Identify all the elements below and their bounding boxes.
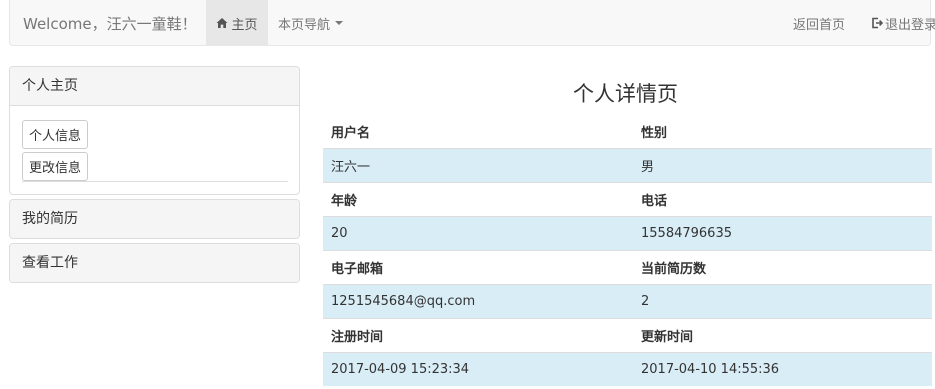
update-time-value: 2017-04-10 14:55:36 [633, 352, 932, 386]
table-row: 注册时间 更新时间 [323, 318, 932, 353]
top-navbar: Welcome，汪六一童鞋！ 主页 本页导航 返回首页 退出登录 [9, 0, 935, 46]
welcome-brand[interactable]: Welcome，汪六一童鞋！ [23, 13, 197, 34]
view-jobs-panel: 查看工作 [9, 243, 300, 283]
table-row: 用户名 性别 [323, 115, 932, 149]
personal-home-body: 个人信息 更改信息 [10, 106, 299, 196]
register-time-value: 2017-04-09 15:23:34 [323, 352, 633, 386]
back-home-link[interactable]: 返回首页 [793, 0, 845, 46]
page-nav-dropdown[interactable]: 本页导航 [269, 0, 352, 46]
my-resume-panel: 我的简历 [9, 199, 300, 239]
page-nav-label: 本页导航 [278, 17, 331, 33]
age-label: 年龄 [323, 182, 633, 217]
edit-info-button[interactable]: 更改信息 [22, 152, 88, 181]
table-row: 年龄 电话 [323, 182, 932, 217]
logout-link[interactable]: 退出登录 [871, 0, 935, 46]
resume-count-label: 当前简历数 [633, 250, 932, 285]
page-title: 个人详情页 [573, 82, 678, 106]
update-time-label: 更新时间 [633, 318, 932, 353]
my-resume-heading[interactable]: 我的简历 [10, 200, 299, 238]
email-value: 1251545684@qq.com [323, 284, 633, 319]
table-row: 1251545684@qq.com 2 [323, 284, 932, 319]
table-row: 电子邮箱 当前简历数 [323, 250, 932, 285]
resume-count-value: 2 [633, 284, 932, 319]
logout-label: 退出登录 [885, 17, 935, 33]
username-value: 汪六一 [323, 148, 633, 183]
gender-value: 男 [633, 148, 932, 183]
gender-label: 性别 [633, 115, 932, 149]
phone-label: 电话 [633, 182, 932, 217]
logout-icon [872, 17, 883, 29]
personal-home-heading[interactable]: 个人主页 [10, 67, 299, 106]
caret-down-icon [335, 21, 344, 25]
home-icon [216, 18, 228, 28]
nav-home-label: 主页 [231, 17, 258, 33]
age-value: 20 [323, 216, 633, 251]
table-row: 2017-04-09 15:23:34 2017-04-10 14:55:36 [323, 352, 932, 386]
table-row: 汪六一 男 [323, 148, 932, 183]
divider [22, 181, 288, 182]
phone-value: 15584796635 [633, 216, 932, 251]
profile-detail-table: 用户名 性别 汪六一 男 年龄 电话 20 15584796635 电子邮箱 当… [323, 115, 932, 386]
email-label: 电子邮箱 [323, 250, 633, 285]
table-row: 20 15584796635 [323, 216, 932, 251]
personal-home-panel: 个人主页 个人信息 更改信息 [9, 66, 300, 195]
nav-home-link[interactable]: 主页 [206, 0, 268, 46]
personal-info-button[interactable]: 个人信息 [22, 120, 88, 149]
view-jobs-heading[interactable]: 查看工作 [10, 244, 299, 282]
register-time-label: 注册时间 [323, 318, 633, 353]
username-label: 用户名 [323, 115, 633, 149]
back-home-label: 返回首页 [793, 17, 846, 33]
